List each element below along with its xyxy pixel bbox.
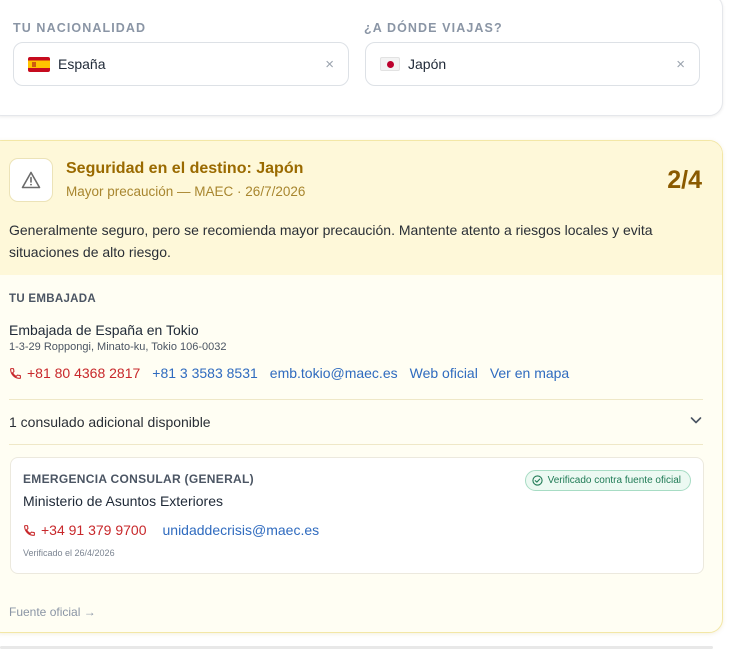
destination-safety-card: Seguridad en el destino: Japón Mayor pre… [0, 140, 723, 633]
emergency-label: EMERGENCIA CONSULAR (GENERAL) [23, 472, 254, 486]
safety-title: Seguridad en el destino: Japón [66, 160, 304, 177]
safety-description: Generalmente seguro, pero se recomienda … [9, 222, 653, 260]
embassy-section-label: TU EMBAJADA [9, 293, 96, 305]
risk-level: 2/4 [667, 166, 702, 194]
chevron-down-icon [690, 417, 702, 424]
emergency-name: Ministerio de Asuntos Exteriores [23, 493, 223, 509]
divider [9, 444, 703, 445]
consular-emergency-card: EMERGENCIA CONSULAR (GENERAL) Ministerio… [10, 457, 704, 574]
close-icon[interactable]: × [325, 56, 334, 73]
emergency-email-link[interactable]: unidaddecrisis@maec.es [163, 522, 320, 538]
phone-icon [10, 367, 21, 379]
embassy-phone-primary: +81 80 4368 2817 [27, 365, 141, 381]
embassy-address: 1-3-29 Roppongi, Minato-ku, Tokio 106-00… [9, 341, 227, 353]
warning-badge [9, 158, 53, 202]
nationality-select[interactable]: España × [13, 42, 349, 86]
nationality-label: TU NACIONALIDAD [13, 21, 147, 35]
embassy-email-link[interactable]: emb.tokio@maec.es [270, 365, 398, 381]
close-icon[interactable]: × [676, 56, 685, 73]
warning-icon [21, 171, 41, 189]
destination-value: Japón [408, 56, 447, 72]
embassy-phone-secondary-link[interactable]: +81 3 3583 8531 [152, 365, 258, 381]
flag-japan-icon [380, 57, 400, 71]
official-source-link[interactable]: Fuente oficial → [9, 605, 96, 619]
embassy-map-link[interactable]: Ver en mapa [490, 365, 569, 381]
embassy-website-link[interactable]: Web oficial [410, 365, 478, 381]
destination-label: ¿A DÓNDE VIAJAS? [364, 21, 503, 35]
emergency-contacts: +34 91 379 9700 unidaddecrisis@maec.es [23, 522, 335, 538]
nationality-value: España [58, 56, 106, 72]
embassy-contacts: +81 80 4368 2817 +81 3 3583 8531 emb.tok… [9, 365, 581, 381]
consulates-toggle[interactable]: 1 consulado adicional disponible [9, 414, 703, 430]
destination-select[interactable]: Japón × [365, 42, 700, 86]
flag-spain-icon [28, 56, 50, 72]
check-circle-icon [531, 475, 543, 486]
verified-badge: Verificado contra fuente oficial [524, 470, 691, 491]
embassy-name: Embajada de España en Tokio [9, 322, 199, 338]
trip-selector-card: TU NACIONALIDAD España × ¿A DÓNDE VIAJAS… [0, 0, 723, 116]
consulates-summary: 1 consulado adicional disponible [9, 414, 211, 430]
safety-header: Seguridad en el destino: Japón Mayor pre… [0, 141, 722, 275]
emergency-phone-link[interactable]: +34 91 379 9700 [23, 522, 147, 538]
safety-subtitle: Mayor precaución — MAEC · 26/7/2026 [66, 184, 306, 199]
divider [9, 399, 703, 400]
emergency-phone: +34 91 379 9700 [41, 522, 147, 538]
embassy-phone-primary-link[interactable]: +81 80 4368 2817 [9, 365, 140, 381]
phone-icon [24, 524, 35, 536]
emergency-verified-date: Verificado el 26/4/2026 [23, 548, 115, 558]
verified-badge-text: Verificado contra fuente oficial [547, 475, 681, 486]
